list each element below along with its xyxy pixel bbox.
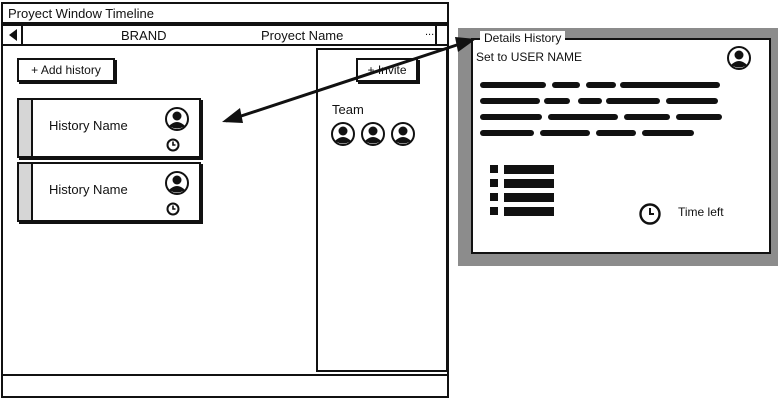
- details-history-title: Details History: [480, 31, 566, 45]
- clock-icon: [166, 202, 180, 216]
- nav-divider: [21, 26, 23, 44]
- user-avatar-icon: [727, 46, 751, 70]
- window-title-bar: Proyect Window Timeline: [1, 2, 449, 24]
- card-handle[interactable]: [19, 100, 33, 156]
- brand-label[interactable]: BRAND: [121, 28, 167, 43]
- status-bar: [1, 374, 449, 398]
- team-panel: [316, 48, 448, 372]
- user-avatar-icon: [165, 107, 189, 131]
- clock-icon: [639, 203, 661, 225]
- history-card[interactable]: History Name: [17, 162, 201, 222]
- history-card[interactable]: History Name: [17, 98, 201, 158]
- team-member-avatar-icon[interactable]: [361, 122, 385, 146]
- project-name: Proyect Name: [261, 28, 344, 43]
- details-history-box: [471, 38, 771, 254]
- team-label: Team: [332, 102, 364, 117]
- add-history-button[interactable]: + Add history: [17, 58, 115, 82]
- time-left-label: Time left: [678, 205, 724, 219]
- team-member-avatar-icon[interactable]: [331, 122, 355, 146]
- more-menu[interactable]: ...: [425, 26, 434, 38]
- history-name: History Name: [49, 118, 128, 133]
- card-handle[interactable]: [19, 164, 33, 220]
- user-avatar-icon: [165, 171, 189, 195]
- back-arrow-icon[interactable]: [9, 29, 17, 41]
- nav-divider: [435, 26, 437, 44]
- clock-icon: [166, 138, 180, 152]
- nav-bar: BRAND Proyect Name ...: [1, 24, 449, 46]
- team-member-avatar-icon[interactable]: [391, 122, 415, 146]
- window-title: Proyect Window Timeline: [8, 6, 154, 21]
- assigned-user-label: Set to USER NAME: [476, 50, 583, 64]
- invite-button[interactable]: + Invite: [356, 58, 418, 82]
- history-name: History Name: [49, 182, 128, 197]
